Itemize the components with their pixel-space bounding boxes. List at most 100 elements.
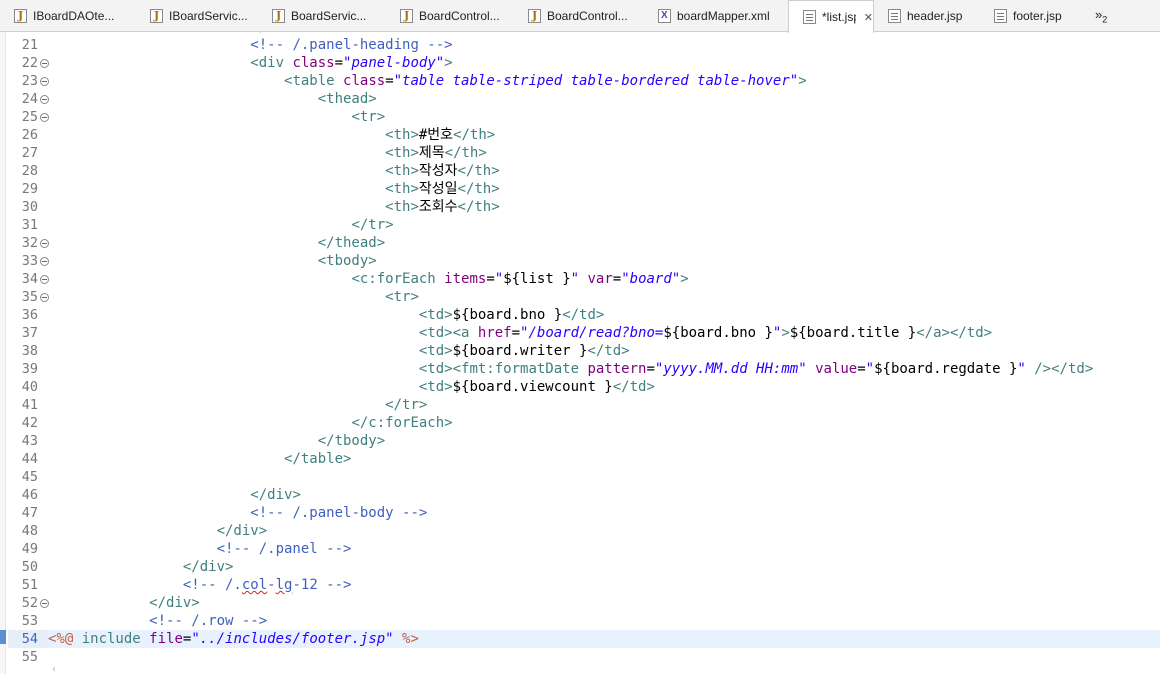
code-line[interactable]: <!-- /.col-lg-12 --> (48, 576, 352, 594)
code-token: 작성자 (418, 163, 458, 179)
code-line[interactable]: </div> (48, 486, 301, 504)
line-number: 48 (21, 523, 38, 539)
tab-0[interactable]: IBoardDAOte... (0, 0, 136, 32)
code-line[interactable]: </c:forEach> (48, 414, 452, 432)
code-line[interactable]: <th>조회수</th> (48, 198, 500, 216)
code-token: </td> (587, 343, 630, 359)
code-line[interactable]: <td><a href="/board/read?bno=${board.bno… (48, 324, 992, 342)
code-line[interactable]: <tbody> (48, 252, 377, 270)
code-line[interactable]: <td><fmt:formatDate pattern="yyyy.MM.dd … (48, 360, 1093, 378)
tab-overflow-button[interactable]: »2 (1095, 7, 1107, 25)
line-number: 47 (21, 505, 38, 521)
code-line[interactable]: <tr> (48, 108, 385, 126)
code-token: <fmt:formatDate (452, 361, 588, 377)
line-number: 22 (21, 55, 38, 71)
code-token: </th> (457, 163, 500, 179)
code-line[interactable]: </tr> (48, 216, 393, 234)
tab-8[interactable]: footer.jsp (980, 0, 1080, 32)
tab-1[interactable]: IBoardServic... (136, 0, 258, 32)
tab-3[interactable]: BoardControl... (386, 0, 514, 32)
tab-7[interactable]: header.jsp (874, 0, 980, 32)
line-number: 23 (21, 73, 38, 89)
code-line[interactable]: </tbody> (48, 432, 385, 450)
code-editor[interactable]: 2021222324252627282930313233343536373839… (0, 32, 1160, 674)
code-line[interactable]: <c:forEach items="${list }" var="board"> (48, 270, 688, 288)
overflow-count: 2 (1102, 14, 1108, 25)
code-line[interactable]: </div> (48, 522, 268, 540)
code-token: <thead> (317, 91, 377, 107)
code-token: = (385, 73, 394, 89)
code-token: include (81, 631, 150, 647)
code-token: "/board/read?bno= (520, 325, 664, 341)
code-line[interactable]: <th>작성일</th> (48, 180, 500, 198)
code-line[interactable]: <tr> (48, 288, 419, 306)
code-line[interactable]: <thead> (48, 90, 377, 108)
code-token: <th> (385, 163, 419, 179)
tab-4[interactable]: BoardControl... (514, 0, 644, 32)
code-line[interactable]: <th>작성자</th> (48, 162, 500, 180)
code-token: "panel-body" (343, 55, 445, 71)
horizontal-scrollbar[interactable]: ‹ (48, 664, 1160, 674)
code-token: </div> (250, 487, 301, 503)
code-line[interactable]: <th>#번호</th> (48, 126, 495, 144)
code-token: = (486, 271, 495, 287)
code-token: class (292, 55, 335, 71)
code-line[interactable]: <!-- /.panel-heading --> (48, 36, 453, 54)
code-line[interactable]: <td>${board.viewcount }</td> (48, 378, 655, 396)
code-line[interactable]: </table> (48, 450, 351, 468)
code-token: <tr> (351, 109, 386, 125)
line-number: 42 (21, 415, 38, 431)
code-token: 조회수 (418, 199, 458, 215)
code-line[interactable]: <div class="panel-body"> (48, 54, 452, 72)
code-token: <!-- /.panel-heading --> (250, 37, 453, 53)
code-line[interactable]: <!-- /.row --> (48, 612, 267, 630)
code-token: </th> (457, 181, 500, 197)
code-line[interactable]: </thead> (48, 234, 385, 252)
code-line[interactable]: <%@ include file="../includes/footer.jsp… (48, 630, 419, 648)
code-token: <c:forEach (351, 271, 445, 287)
code-token: ${list } (503, 271, 571, 287)
tab-2[interactable]: BoardServic... (258, 0, 386, 32)
code-line[interactable]: <table class="table table-striped table-… (48, 72, 807, 90)
code-line[interactable]: <!-- /.panel --> (48, 540, 352, 558)
code-token: <td> (418, 343, 453, 359)
code-token: = (334, 55, 344, 71)
code-token: 작성일 (418, 181, 458, 197)
code-token: ${board.bno } (663, 325, 773, 341)
code-token: lg (275, 577, 293, 593)
code-line[interactable]: <td>${board.bno }</td> (48, 306, 604, 324)
code-token: </td> (562, 307, 605, 323)
line-number: 40 (21, 379, 38, 395)
line-number: 44 (21, 451, 38, 467)
code-line[interactable]: </div> (48, 594, 200, 612)
code-token: href (477, 325, 512, 341)
tab-6[interactable]: *list.jsp ✕ (788, 0, 874, 33)
code-token: </table> (284, 451, 352, 467)
code-token: = (511, 325, 521, 341)
scroll-left-arrow-icon[interactable]: ‹ (52, 664, 56, 674)
code-line[interactable]: <th>제목</th> (48, 144, 487, 162)
close-icon[interactable]: ✕ (864, 11, 873, 24)
code-line[interactable]: </div> (48, 558, 234, 576)
code-token: <table (284, 73, 344, 89)
code-line[interactable]: <td>${board.writer }</td> (48, 342, 630, 360)
code-line[interactable]: <!-- /.panel-body --> (48, 504, 427, 522)
code-line[interactable]: </tr> (48, 396, 427, 414)
code-token: = (612, 271, 622, 287)
code-token: <!-- /.row --> (149, 613, 268, 629)
tab-5[interactable]: boardMapper.xml (644, 0, 788, 32)
code-text-area[interactable]: </div> <!-- /.panel-heading --> <div cla… (48, 32, 1160, 674)
code-token: <a (452, 325, 478, 341)
